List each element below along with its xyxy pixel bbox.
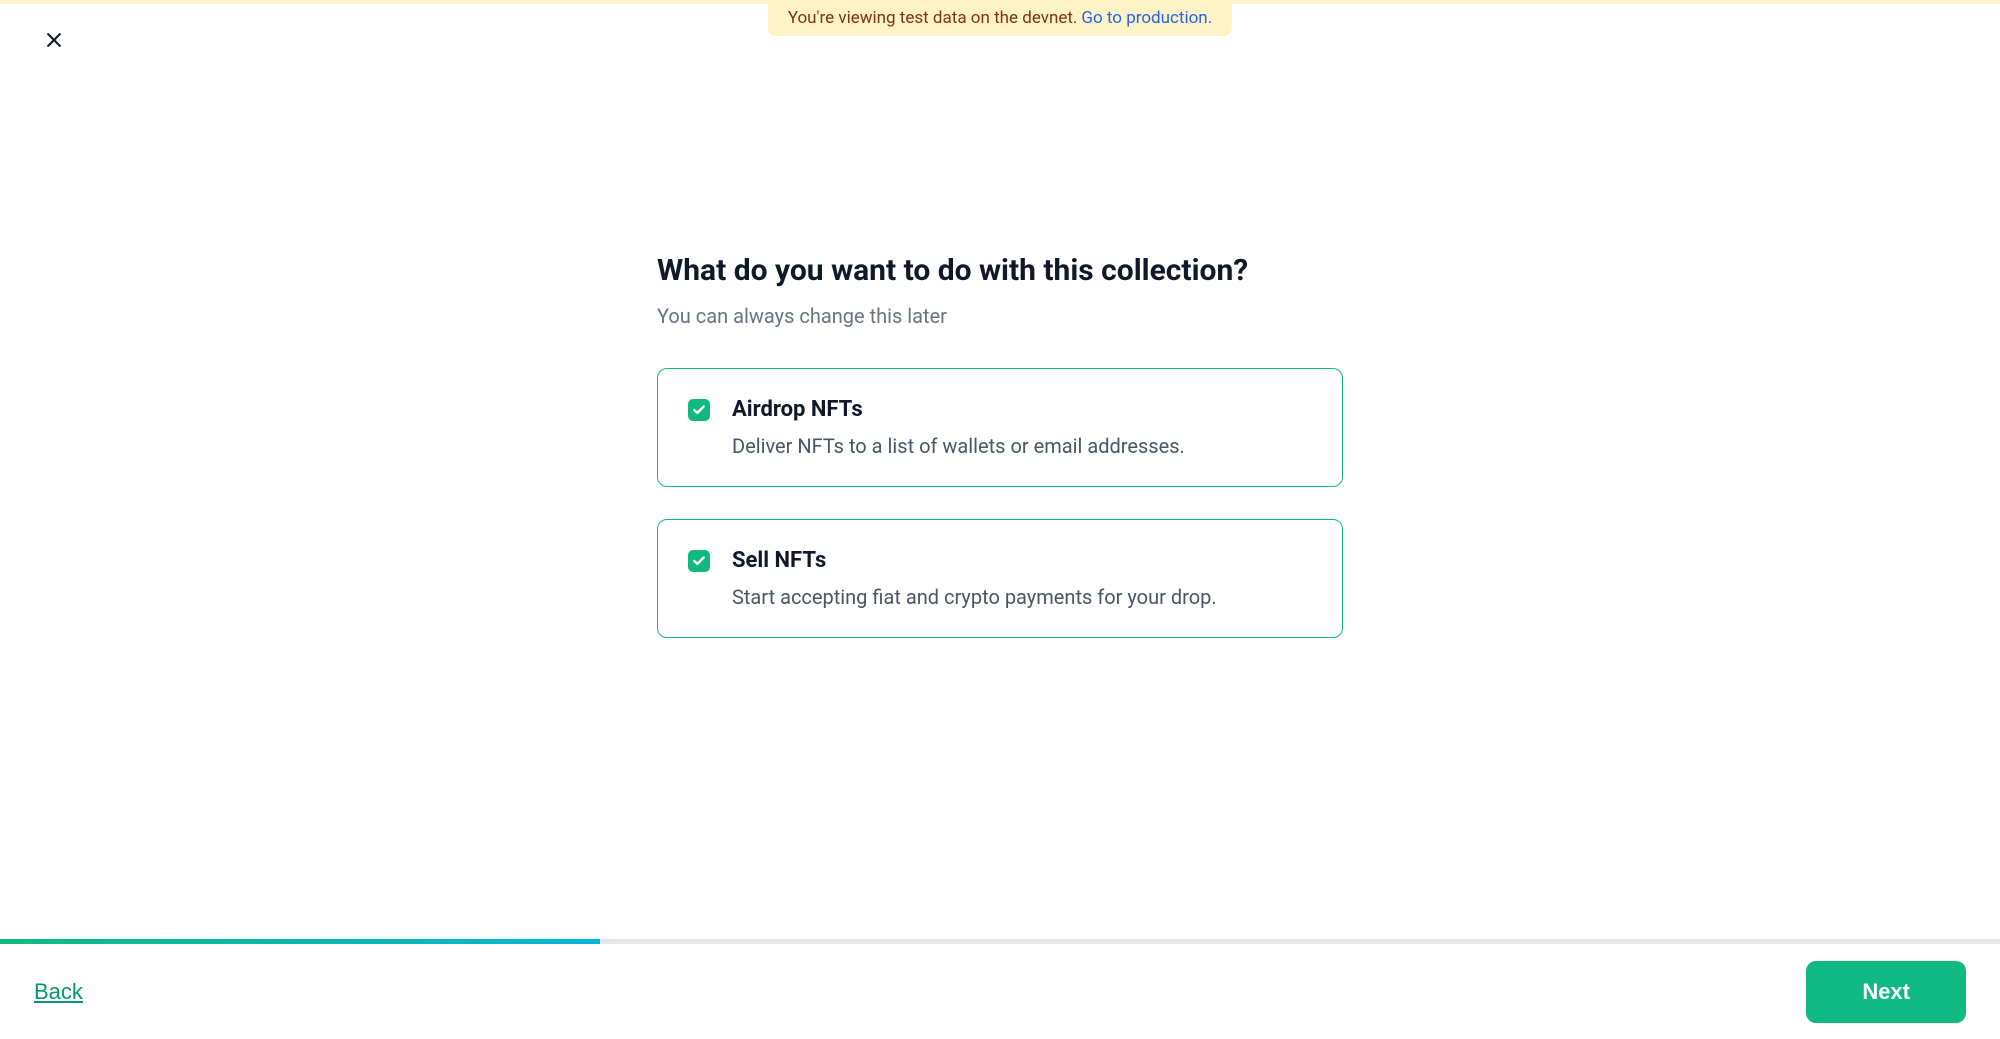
option-desc-sell: Start accepting fiat and crypto payments… [732,585,1217,609]
option-text-sell: Sell NFTs Start accepting fiat and crypt… [732,548,1217,609]
checkbox-sell[interactable] [688,550,710,572]
main-content: What do you want to do with this collect… [657,253,1343,670]
option-text-airdrop: Airdrop NFTs Deliver NFTs to a list of w… [732,397,1185,458]
close-icon [44,30,64,50]
checkmark-icon [692,403,706,417]
notice-text: You're viewing test data on the devnet. [788,8,1078,28]
notice-bar: You're viewing test data on the devnet. … [768,0,1232,36]
option-title-airdrop: Airdrop NFTs [732,397,1185,422]
back-button[interactable]: Back [34,979,83,1005]
close-button[interactable] [42,28,66,52]
go-to-production-link[interactable]: Go to production. [1081,8,1212,28]
footer: Back Next [0,944,2000,1039]
checkbox-airdrop[interactable] [688,399,710,421]
option-card-sell[interactable]: Sell NFTs Start accepting fiat and crypt… [657,519,1343,638]
option-title-sell: Sell NFTs [732,548,1217,573]
next-button[interactable]: Next [1806,961,1966,1023]
page-subheading: You can always change this later [657,304,1343,328]
checkmark-icon [692,554,706,568]
option-card-airdrop[interactable]: Airdrop NFTs Deliver NFTs to a list of w… [657,368,1343,487]
page-heading: What do you want to do with this collect… [657,253,1343,288]
option-desc-airdrop: Deliver NFTs to a list of wallets or ema… [732,434,1185,458]
